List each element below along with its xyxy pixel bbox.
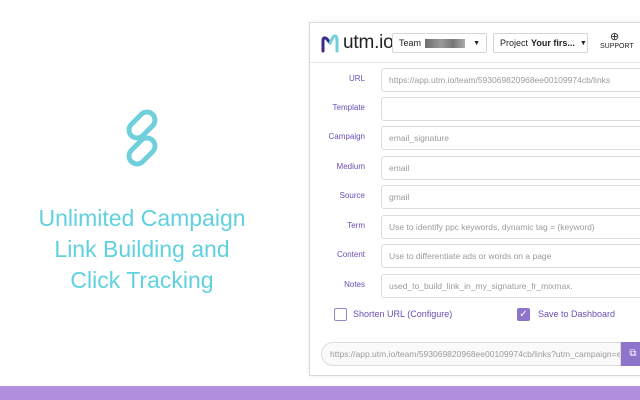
promo-line-3: Click Tracking <box>70 267 214 293</box>
logo-text: utm.io <box>343 32 394 53</box>
url-label: URL <box>348 74 365 83</box>
project-dropdown[interactable]: Project Your firs... ▼ <box>493 33 588 53</box>
save-to-dashboard-label[interactable]: Save to Dashboard <box>538 309 615 319</box>
url-input[interactable]: https://app.utm.io/team/593069820968ee00… <box>381 68 640 92</box>
promo-headline: Unlimited Campaign Link Building and Cli… <box>0 203 284 296</box>
shorten-url-label[interactable]: Shorten URL (Configure) <box>353 309 452 319</box>
utm-builder-panel: utm.io Team ▼ Project Your firs... ▼ ⊕ S… <box>309 22 640 376</box>
campaign-label: Campaign <box>328 132 365 141</box>
shorten-url-checkbox[interactable] <box>334 308 347 321</box>
term-row: Term Use to identify ppc keywords, dynam… <box>310 215 640 239</box>
chain-link-icon <box>126 109 158 167</box>
notes-label: Notes <box>344 280 365 289</box>
template-select[interactable] <box>381 97 640 121</box>
copy-button[interactable]: ⧉ <box>621 342 640 366</box>
template-row: Template <box>310 97 640 121</box>
bottom-accent-bar <box>0 386 640 400</box>
source-row: Source gmail <box>310 185 640 209</box>
promo-section: Unlimited Campaign Link Building and Cli… <box>0 0 300 385</box>
caret-down-icon: ▼ <box>473 39 480 47</box>
team-label: Team <box>399 38 422 48</box>
copy-icon: ⧉ <box>629 348 637 359</box>
team-dropdown[interactable]: Team ▼ <box>392 33 487 53</box>
top-bar: utm.io Team ▼ Project Your firs... ▼ ⊕ S… <box>310 23 640 63</box>
medium-row: Medium email <box>310 156 640 180</box>
template-label: Template <box>332 103 365 112</box>
team-name-redacted <box>425 38 466 48</box>
support-link[interactable]: ⊕ SUPPORT <box>600 31 640 50</box>
support-label: SUPPORT <box>600 43 634 50</box>
source-input[interactable]: gmail <box>381 185 640 209</box>
caret-down-icon: ▼ <box>579 39 587 47</box>
source-label: Source <box>339 191 365 200</box>
save-to-dashboard-checkbox[interactable]: ✓ <box>517 308 530 321</box>
content-input[interactable]: Use to differentiate ads or words on a p… <box>381 244 640 268</box>
notes-row: Notes used_to_build_link_in_my_signature… <box>310 274 640 298</box>
campaign-row: Campaign email_signature <box>310 126 640 150</box>
content-label: Content <box>336 250 365 259</box>
page: Unlimited Campaign Link Building and Cli… <box>0 0 640 400</box>
globe-icon: ⊕ <box>610 31 620 43</box>
url-row: URL https://app.utm.io/team/593069820968… <box>310 68 640 92</box>
campaign-input[interactable]: email_signature <box>381 126 640 150</box>
notes-input[interactable]: used_to_build_link_in_my_signature_fr_mi… <box>381 274 640 298</box>
content-row: Content Use to differentiate ads or word… <box>310 244 640 268</box>
utm-logo-icon <box>321 34 339 53</box>
term-label: Term <box>347 221 365 230</box>
medium-label: Medium <box>336 162 365 171</box>
term-input[interactable]: Use to identify ppc keywords, dynamic ta… <box>381 215 640 239</box>
options-row: Shorten URL (Configure) ✓ Save to Dashbo… <box>310 307 640 323</box>
medium-input[interactable]: email <box>381 156 640 180</box>
promo-line-1: Unlimited Campaign <box>38 205 246 231</box>
project-label: Project <box>500 38 529 48</box>
logo[interactable]: utm.io <box>320 32 394 54</box>
promo-line-2: Link Building and <box>54 236 230 262</box>
generated-url-field[interactable]: https://app.utm.io/team/593069820968ee00… <box>321 342 621 366</box>
project-name: Your firs... <box>531 38 575 48</box>
